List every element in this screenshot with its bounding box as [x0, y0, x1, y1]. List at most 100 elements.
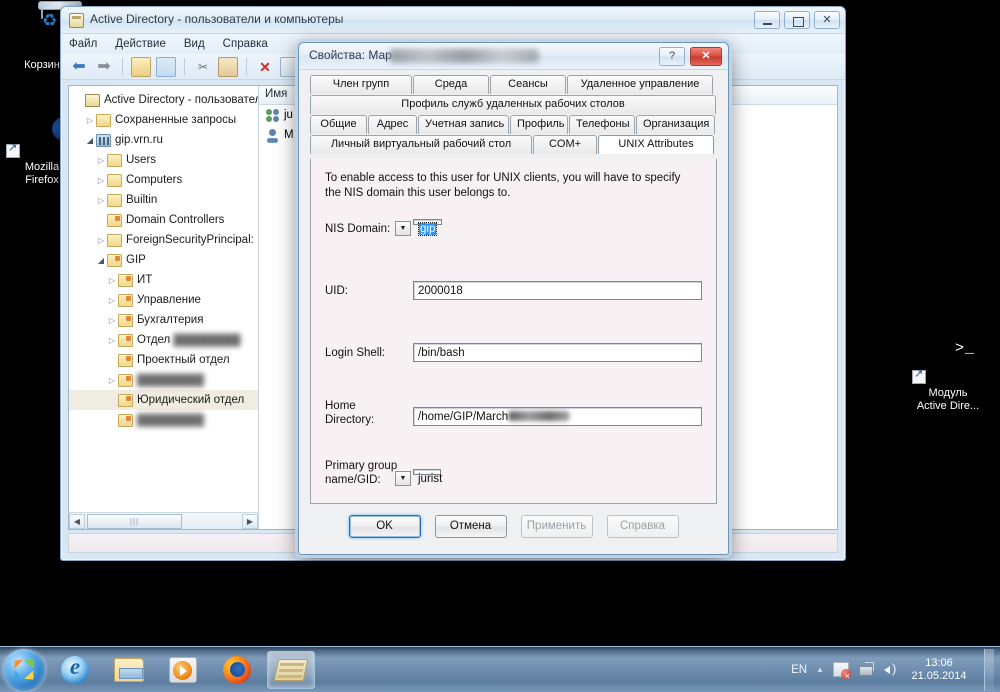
taskbar-item-windows-explorer[interactable]	[105, 651, 153, 689]
tab-личный-виртуальный-рабочий-стол[interactable]: Личный виртуальный рабочий стол	[310, 135, 532, 154]
window-titlebar[interactable]: Active Directory - пользователи и компью…	[61, 7, 845, 34]
tree-item[interactable]: ▷ Builtin	[69, 190, 258, 210]
user-properties-dialog[interactable]: Свойства: Мар ? ✕ Член групп Среда Сеансы У…	[298, 42, 729, 555]
tree-item[interactable]: ▷ ИТ	[69, 270, 258, 290]
forward-icon[interactable]: ➡	[94, 57, 114, 77]
tab-сеансы[interactable]: Сеансы	[490, 75, 566, 94]
expander-closed-icon[interactable]: ▷	[95, 196, 107, 205]
uid-input[interactable]: 2000018	[413, 281, 702, 300]
expander-closed-icon[interactable]: ▷	[106, 296, 118, 305]
tree-item[interactable]: ▷ Computers	[69, 170, 258, 190]
taskbar-item-internet-explorer[interactable]	[51, 651, 99, 689]
expander-closed-icon[interactable]: ▷	[106, 316, 118, 325]
dialog-button-ok[interactable]: OK	[348, 515, 421, 538]
show-hidden-icons-chevron-icon[interactable]: ▲	[816, 665, 824, 674]
toolbar-separator	[122, 58, 123, 75]
tab-член-групп[interactable]: Член групп	[310, 75, 412, 94]
expander-closed-icon[interactable]: ▷	[106, 276, 118, 285]
menu-item-help[interactable]: Справка	[223, 38, 268, 50]
expander-closed-icon[interactable]: ▷	[95, 156, 107, 165]
tree-item-label: gip.vrn.ru	[115, 134, 163, 146]
volume-icon[interactable]	[883, 661, 899, 677]
tab-unix-attributes[interactable]: UNIX Attributes	[598, 135, 714, 154]
tree-item[interactable]: ▷ Users	[69, 150, 258, 170]
back-icon[interactable]: ⬅	[69, 57, 89, 77]
scroll-left-arrow-icon[interactable]: ◀	[69, 513, 85, 529]
tab-общие[interactable]: Общие	[310, 115, 367, 134]
tab-телефоны[interactable]: Телефоны	[569, 115, 635, 134]
expander-closed-icon[interactable]: ▷	[95, 176, 107, 185]
clock[interactable]: 13:06 21.05.2014	[908, 657, 970, 683]
tree-item[interactable]: ◢ gip.vrn.ru	[69, 130, 258, 150]
expander-open-icon[interactable]: ◢	[84, 136, 96, 145]
action-center-flag-icon[interactable]	[833, 662, 851, 681]
tree-item[interactable]: ▷ Отдел ▓▓▓▓▓▓▓▓	[69, 330, 258, 350]
delete-icon[interactable]: ✕	[255, 57, 275, 77]
show-desktop-button[interactable]	[984, 648, 994, 691]
expander-closed-icon[interactable]: ▷	[106, 336, 118, 345]
tab-адрес[interactable]: Адрес	[368, 115, 417, 134]
scroll-right-arrow-icon[interactable]: ▶	[242, 513, 258, 529]
home-directory-input[interactable]: /home/GIP/March	[413, 407, 702, 426]
login-shell-input[interactable]: /bin/bash	[413, 343, 702, 362]
tab-среда[interactable]: Среда	[413, 75, 489, 94]
taskbar-item-firefox[interactable]	[213, 651, 261, 689]
expander-closed-icon[interactable]: ▷	[84, 116, 96, 125]
network-icon[interactable]	[858, 662, 874, 677]
shortcut-arrow-icon	[912, 368, 926, 384]
tree-item[interactable]: ▷ Сохраненные запросы	[69, 110, 258, 130]
expander-open-icon[interactable]: ◢	[95, 256, 107, 265]
start-button[interactable]	[3, 648, 45, 691]
paste-icon[interactable]	[218, 56, 238, 77]
menu-item-action[interactable]: Действие	[115, 38, 166, 50]
show-pane-icon[interactable]	[156, 56, 176, 77]
uid-control: 2000018	[413, 281, 702, 300]
tree-item[interactable]: Active Directory - пользователи	[69, 90, 258, 110]
taskbar-item-active-directory[interactable]	[267, 650, 315, 689]
tree-item[interactable]: ▷ Управление	[69, 290, 258, 310]
dialog-close-button[interactable]: ✕	[690, 47, 722, 66]
tree-item[interactable]: Domain Controllers	[69, 210, 258, 230]
minimize-button[interactable]	[754, 11, 780, 29]
tab-профиль-служб-удаленных-рабочих-столов[interactable]: Профиль служб удаленных рабочих столов	[310, 95, 716, 114]
tree-item[interactable]: ▷ ForeignSecurityPrincipal:	[69, 230, 258, 250]
tab-профиль[interactable]: Профиль	[510, 115, 568, 134]
chevron-down-icon[interactable]: ▼	[395, 471, 411, 486]
expander-closed-icon[interactable]: ▷	[95, 236, 107, 245]
help-button[interactable]: ?	[659, 47, 685, 66]
tree-item[interactable]: ◢ GIP	[69, 250, 258, 270]
taskbar[interactable]: EN ▲ 13:06 21.05.2014	[0, 646, 1000, 692]
tab-row-2: Профиль служб удаленных рабочих столов	[310, 95, 717, 114]
language-indicator[interactable]: EN	[791, 664, 807, 676]
close-button[interactable]: ✕	[814, 11, 840, 29]
login-shell-label: Login Shell:	[325, 347, 386, 359]
tree-item[interactable]: ▷ Бухгалтерия	[69, 310, 258, 330]
tree-item[interactable]: ▷ ▓▓▓▓▓▓▓▓	[69, 370, 258, 390]
tree-horizontal-scrollbar[interactable]: ◀ ▶	[69, 512, 258, 529]
tree-pane[interactable]: Active Directory - пользователи ▷ Сохранен…	[69, 86, 259, 529]
taskbar-item-media-player[interactable]	[159, 651, 207, 689]
nis-domain-value-wrap[interactable]: gip	[413, 219, 442, 236]
tab-com[interactable]: COM+	[533, 135, 597, 154]
tree-item-label: Users	[126, 154, 157, 166]
tab-учетная-запись[interactable]: Учетная запись	[418, 115, 509, 134]
tab-организация[interactable]: Организация	[636, 115, 715, 134]
cut-icon[interactable]: ✂	[193, 57, 213, 77]
tree-item[interactable]: Юридический отдел	[69, 390, 258, 410]
restore-button[interactable]	[784, 11, 810, 29]
tree-item[interactable]: ▓▓▓▓▓▓▓▓	[69, 410, 258, 430]
dialog-button-отмена[interactable]: Отмена	[434, 515, 507, 538]
tab-удаленное-управление[interactable]: Удаленное управление	[567, 75, 713, 94]
ou-icon	[118, 393, 133, 407]
scrollbar-thumb[interactable]	[87, 513, 182, 529]
chevron-down-icon[interactable]: ▼	[395, 221, 411, 236]
properties-icon[interactable]	[280, 56, 300, 77]
up-folder-icon[interactable]	[131, 56, 151, 77]
tree-item[interactable]: Проектный отдел	[69, 350, 258, 370]
menu-item-view[interactable]: Вид	[184, 38, 205, 50]
primary-group-value[interactable]: jurist	[413, 469, 442, 485]
dialog-titlebar[interactable]: Свойства: Мар ? ✕	[299, 43, 728, 70]
desktop-icon-ad-module[interactable]: Модуль Active Dire...	[908, 334, 988, 413]
expander-closed-icon[interactable]: ▷	[106, 376, 118, 385]
menu-item-file[interactable]: Файл	[69, 38, 97, 50]
